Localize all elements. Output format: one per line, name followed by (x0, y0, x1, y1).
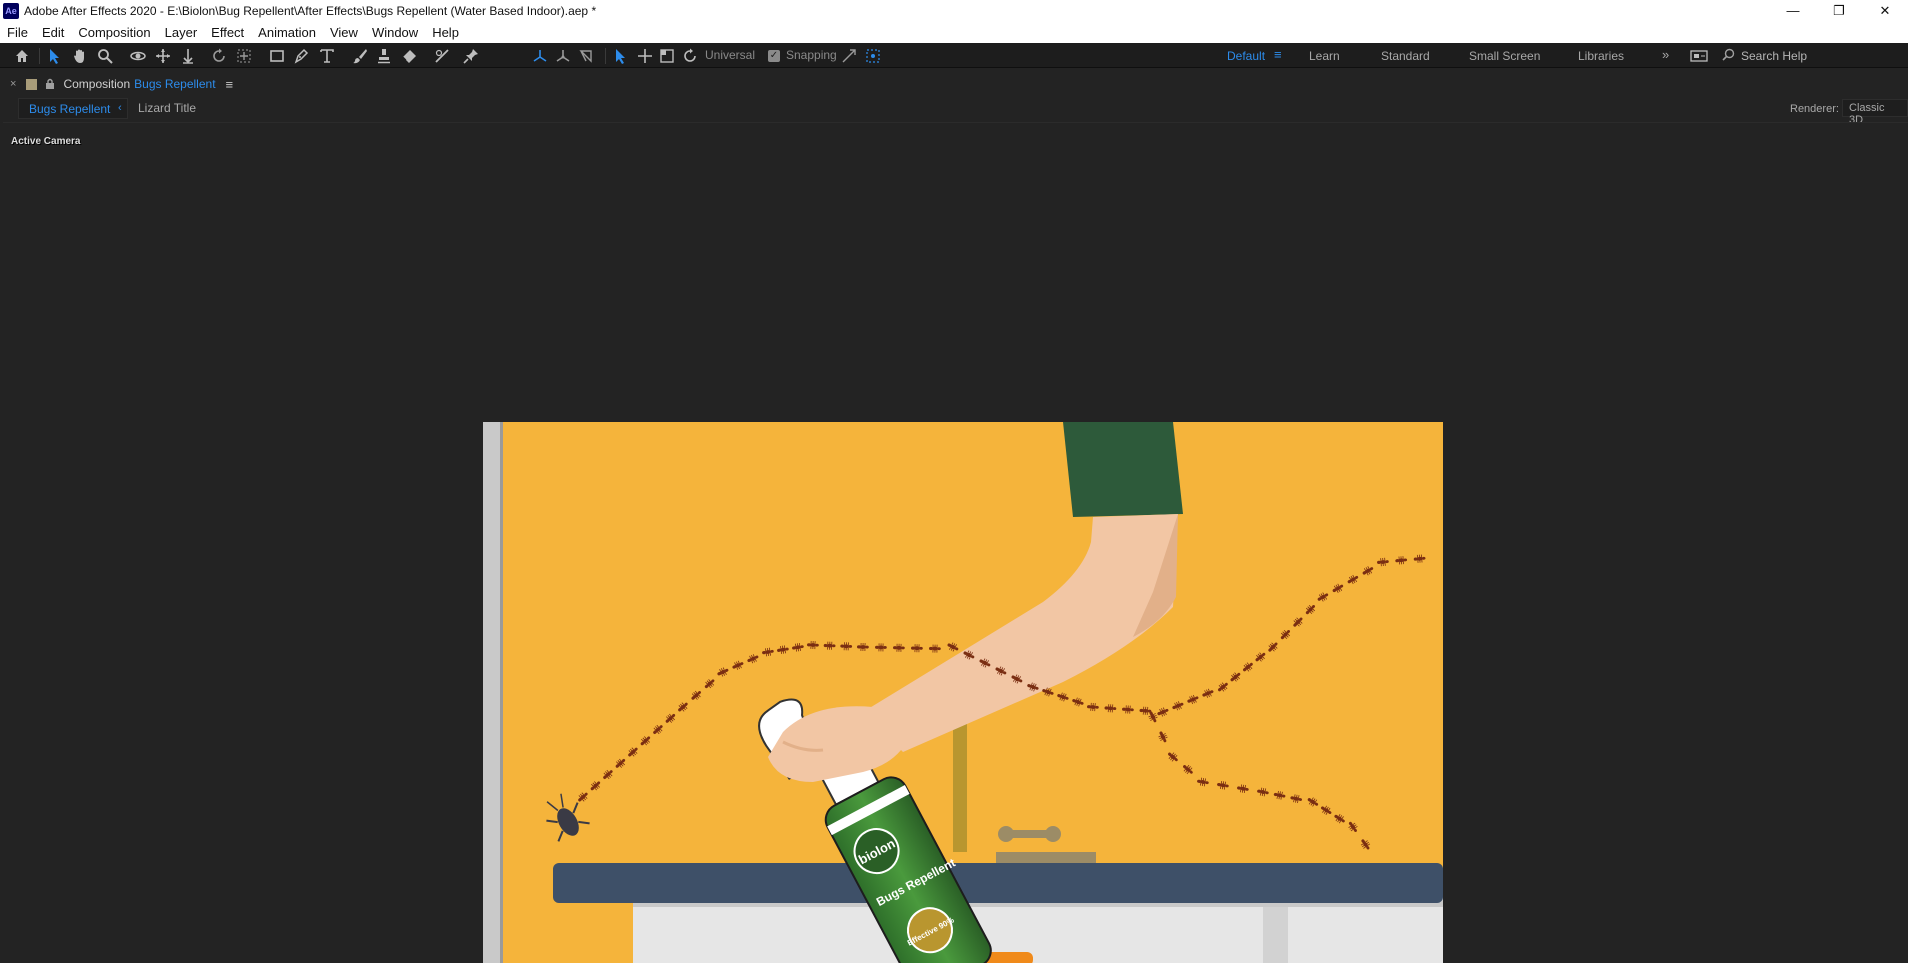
composition-label-swatch[interactable] (26, 79, 37, 90)
snapping-checkbox[interactable]: ✓ (768, 50, 780, 62)
pan-camera-icon[interactable] (154, 47, 172, 65)
clone-stamp-tool-icon[interactable] (375, 47, 393, 65)
home-icon[interactable] (13, 47, 31, 65)
composition-artwork: biolon Bugs Repellent Effective 90% (483, 422, 1443, 963)
snap-features-icon[interactable] (864, 47, 882, 65)
close-icon[interactable]: ✕ (1862, 0, 1908, 21)
universal-selection-icon[interactable] (612, 47, 630, 65)
restore-icon[interactable]: ❐ (1816, 0, 1862, 21)
workspace-libraries[interactable]: Libraries (1578, 49, 1624, 63)
tools-toolbar: Universal ✓ Snapping Default ≡ Learn Sta… (0, 43, 1908, 68)
faucet-base (996, 852, 1096, 864)
workspace-menu-icon[interactable]: ≡ (1274, 47, 1282, 62)
view-axis-mode-icon[interactable] (577, 47, 595, 65)
workspace-learn[interactable]: Learn (1309, 49, 1340, 63)
type-tool-icon[interactable] (318, 47, 336, 65)
workspace-overflow-icon[interactable] (1690, 47, 1708, 65)
workspace-standard[interactable]: Standard (1381, 49, 1430, 63)
move-gizmo-icon[interactable] (636, 47, 654, 65)
roto-brush-tool-icon[interactable] (433, 47, 451, 65)
menu-view[interactable]: View (330, 25, 358, 40)
scale-gizmo-icon[interactable] (658, 47, 676, 65)
menu-help[interactable]: Help (432, 25, 459, 40)
rotation-tool-icon[interactable] (210, 47, 228, 65)
title-bar: Ae Adobe After Effects 2020 - E:\Biolon\… (0, 0, 1908, 21)
arm-sleeve (1063, 422, 1183, 517)
panel-comp-name[interactable]: Bugs Repellent (134, 77, 215, 91)
panel-title-prefix: Composition (63, 77, 130, 91)
renderer-dropdown[interactable]: Classic 3D (1842, 99, 1908, 117)
after-effects-app-icon: Ae (3, 3, 19, 19)
renderer-label: Renderer: (1790, 103, 1839, 115)
anchor-point-tool-icon[interactable] (235, 47, 253, 65)
menu-layer[interactable]: Layer (165, 25, 198, 40)
active-camera-label: Active Camera (11, 136, 80, 147)
panel-menu-icon[interactable]: ≡ (226, 77, 234, 92)
lock-icon[interactable] (45, 77, 55, 92)
snap-edges-icon[interactable] (840, 47, 858, 65)
search-help-input[interactable]: Search Help (1741, 49, 1807, 63)
tab-bugs-repellent-label: Bugs Repellent (29, 102, 110, 116)
more-workspaces-icon[interactable]: » (1662, 47, 1669, 62)
composition-panel-header: × Composition Bugs Repellent ≡ (0, 74, 1908, 94)
minimize-icon[interactable]: — (1770, 0, 1816, 21)
hand-tool-icon[interactable] (71, 47, 89, 65)
tab-bugs-repellent[interactable]: Bugs Repellent ‹ (18, 98, 128, 119)
workspace-default[interactable]: Default (1227, 49, 1265, 63)
menu-composition[interactable]: Composition (78, 25, 150, 40)
orbit-camera-icon[interactable] (129, 47, 147, 65)
search-help-box[interactable]: Search Help (1722, 47, 1908, 65)
tab-chevron-icon[interactable]: ‹ (118, 102, 122, 114)
close-panel-icon[interactable]: × (10, 78, 16, 90)
composition-viewer[interactable]: Active Camera (3, 122, 1908, 934)
snapping-label[interactable]: Snapping (786, 48, 837, 62)
counter-top (553, 863, 1443, 903)
menu-file[interactable]: File (7, 25, 28, 40)
menu-edit[interactable]: Edit (42, 25, 64, 40)
brush-tool-icon[interactable] (351, 47, 369, 65)
door-frame-shadow (500, 422, 503, 963)
search-icon (1722, 48, 1735, 64)
faucet-pipe (953, 712, 967, 852)
menu-bar: File Edit Composition Layer Effect Anima… (0, 21, 1908, 43)
selection-tool-icon[interactable] (46, 47, 64, 65)
dolly-camera-icon[interactable] (179, 47, 197, 65)
composition-canvas[interactable]: biolon Bugs Repellent Effective 90% (483, 422, 1443, 963)
local-axis-mode-icon[interactable] (531, 47, 549, 65)
pen-tool-icon[interactable] (292, 47, 310, 65)
composition-navigator: Bugs Repellent ‹ Lizard Title Renderer: … (0, 98, 1908, 120)
universal-mode-label[interactable]: Universal (705, 48, 755, 62)
menu-effect[interactable]: Effect (211, 25, 244, 40)
zoom-tool-icon[interactable] (96, 47, 114, 65)
window-title: Adobe After Effects 2020 - E:\Biolon\Bug… (24, 4, 596, 18)
world-axis-mode-icon[interactable] (554, 47, 572, 65)
workspace-small-screen[interactable]: Small Screen (1469, 49, 1540, 63)
puppet-pin-tool-icon[interactable] (462, 47, 480, 65)
cabinet-divider (1263, 907, 1288, 963)
eraser-tool-icon[interactable] (400, 47, 418, 65)
menu-animation[interactable]: Animation (258, 25, 316, 40)
menu-window[interactable]: Window (372, 25, 418, 40)
faucet-bar (1006, 830, 1053, 838)
tab-lizard-title[interactable]: Lizard Title (138, 101, 196, 115)
rectangle-tool-icon[interactable] (268, 47, 286, 65)
door-frame-edge (483, 422, 500, 963)
rotate-gizmo-icon[interactable] (681, 47, 699, 65)
